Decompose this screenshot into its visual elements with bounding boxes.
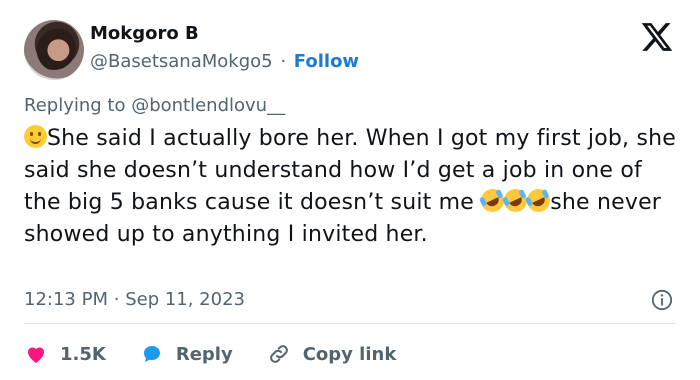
x-logo-icon[interactable] bbox=[640, 20, 674, 54]
separator: · bbox=[280, 51, 287, 72]
slightly-smiling-face-icon bbox=[24, 125, 47, 148]
reply-button[interactable]: Reply bbox=[140, 342, 233, 366]
tweet-text: She said I actually bore her. When I got… bbox=[24, 123, 684, 251]
action-bar: 1.5K Reply Copy link bbox=[24, 340, 430, 368]
separator: · bbox=[113, 289, 120, 310]
reply-label: Reply bbox=[175, 343, 233, 365]
author-handle-row: @BasetsanaMokgo5 · Follow bbox=[90, 51, 359, 72]
replying-to-handle[interactable]: @bontlendlovu__ bbox=[131, 95, 285, 116]
copy-link-button[interactable]: Copy link bbox=[267, 342, 397, 366]
copy-link-label: Copy link bbox=[302, 343, 397, 365]
timestamp[interactable]: 12:13 PM · Sep 11, 2023 bbox=[24, 289, 245, 310]
author-handle[interactable]: @BasetsanaMokgo5 bbox=[90, 51, 273, 72]
divider bbox=[24, 323, 676, 324]
tweet-date: Sep 11, 2023 bbox=[125, 289, 245, 310]
reply-bubble-icon bbox=[143, 346, 160, 362]
replying-to-prefix: Replying to bbox=[24, 95, 132, 116]
avatar-photo bbox=[32, 26, 76, 70]
like-count: 1.5K bbox=[60, 343, 106, 365]
follow-button[interactable]: Follow bbox=[294, 51, 359, 72]
like-button[interactable]: 1.5K bbox=[24, 342, 106, 366]
tweet-card: Mokgoro B @BasetsanaMokgo5 · Follow Repl… bbox=[0, 0, 700, 380]
avatar[interactable] bbox=[24, 20, 84, 80]
heart-icon bbox=[28, 347, 44, 363]
link-icon bbox=[269, 345, 288, 363]
author-name[interactable]: Mokgoro B bbox=[90, 23, 199, 44]
replying-to: Replying to @bontlendlovu__ bbox=[24, 95, 285, 116]
tweet-time: 12:13 PM bbox=[24, 289, 108, 310]
info-icon[interactable] bbox=[651, 289, 673, 311]
